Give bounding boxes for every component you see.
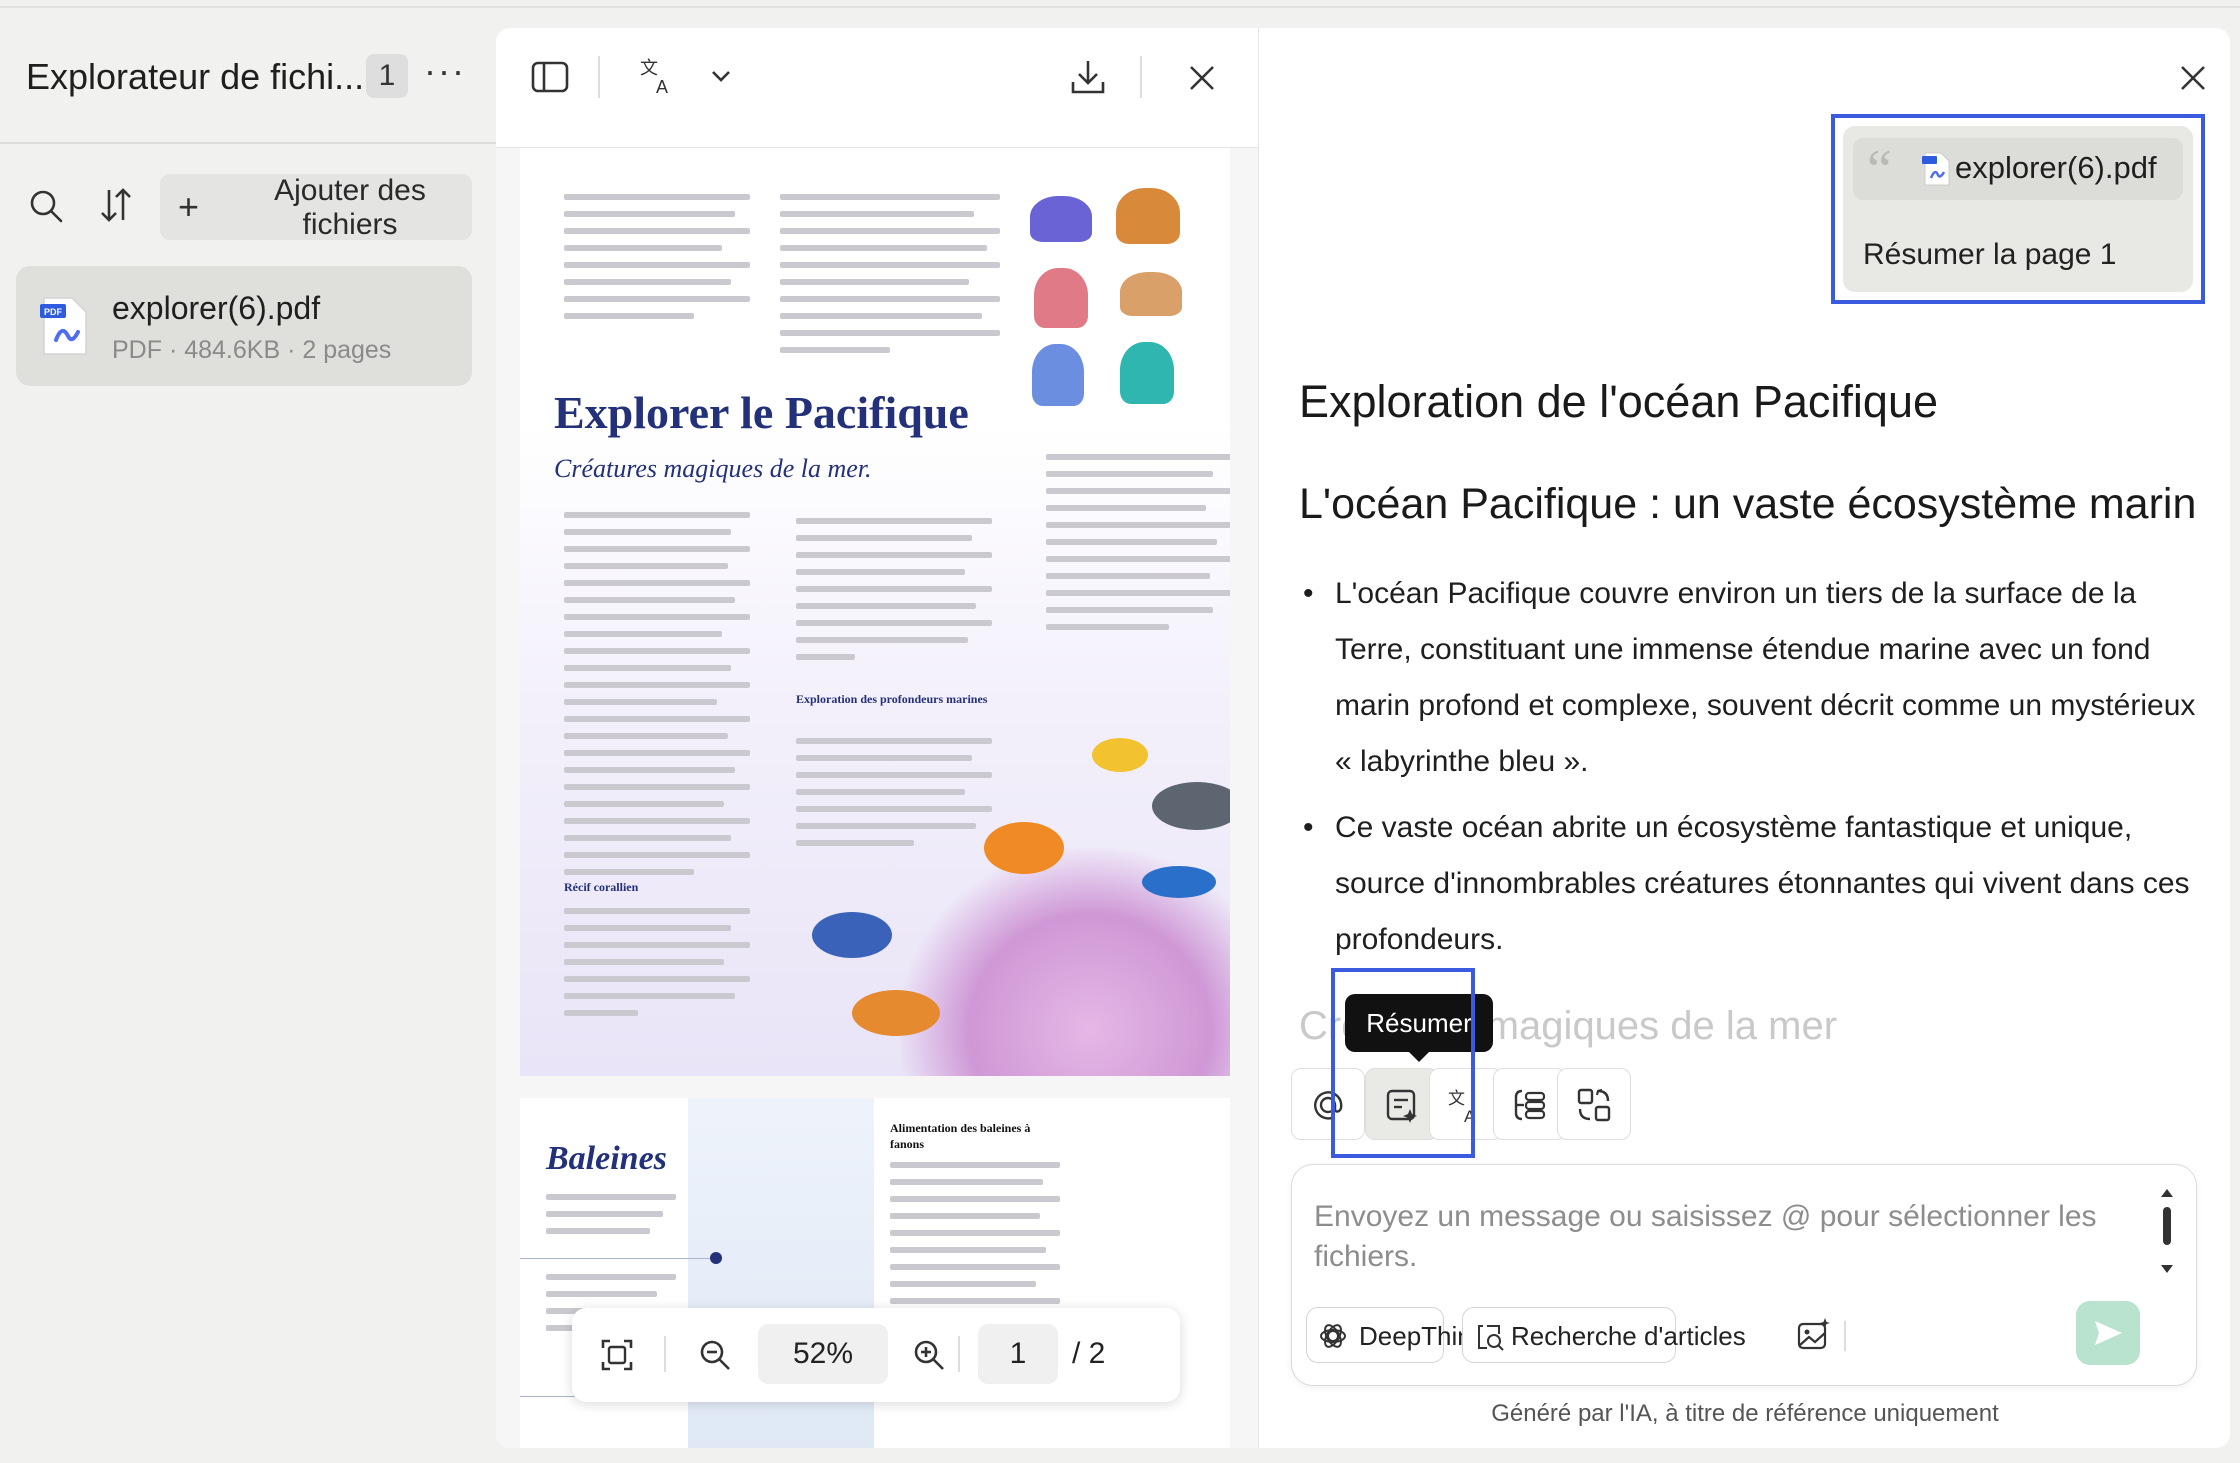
add-files-label: Ajouter des fichiers <box>274 174 426 241</box>
pdf-viewer: 文 A Explorer le Pacifique Créatures magi… <box>496 28 1258 1448</box>
download-icon[interactable] <box>1070 58 1106 96</box>
add-files-button[interactable]: + Ajouter des fichiers <box>160 174 472 241</box>
coral-image <box>1034 268 1088 328</box>
sort-icon[interactable] <box>98 186 134 224</box>
coral-image <box>1120 272 1182 316</box>
convert-button[interactable] <box>1557 1068 1631 1140</box>
timeline-line <box>520 1258 716 1259</box>
text-block <box>564 512 750 886</box>
answer-subheading: L'océan Pacifique : un vaste écosystème … <box>1299 480 2197 528</box>
text-block <box>546 1194 676 1245</box>
close-icon[interactable] <box>1188 64 1216 92</box>
highlight-frame <box>1331 968 1475 1158</box>
ai-chat-panel: “ explorer(6).pdf Résumer la page 1 Expl… <box>1258 28 2230 1448</box>
text-block <box>796 518 992 671</box>
page-total: / 2 <box>1072 1337 1106 1370</box>
fish-image <box>812 912 892 958</box>
quote-icon: “ <box>1867 139 1892 201</box>
chat-input-placeholder[interactable]: Envoyez un message ou saisissez @ pour s… <box>1314 1197 2144 1277</box>
answer-heading: Exploration de l'océan Pacifique <box>1299 376 1939 427</box>
pdf-page-1: Explorer le Pacifique Créatures magiques… <box>520 148 1230 1076</box>
zoom-level[interactable]: 52% <box>758 1324 888 1384</box>
text-block <box>1046 454 1230 641</box>
fish-image <box>1092 738 1148 772</box>
toolbar-divider <box>664 1336 666 1372</box>
app-window: Explorateur de fichi... 1 ··· + Ajouter … <box>0 0 2240 1463</box>
file-count-badge: 1 <box>366 54 408 98</box>
send-icon <box>2095 1321 2122 1345</box>
pdf-page-subtitle: Créatures magiques de la mer. <box>554 454 872 483</box>
answer-bullet: L'océan Pacifique couvre environ un tier… <box>1299 566 2199 790</box>
deepthink-toggle[interactable]: DeepThink <box>1306 1307 1485 1363</box>
pdf-section-heading: Alimentation des baleines à fanons <box>890 1121 1031 1151</box>
deepthink-icon <box>1320 1324 1346 1348</box>
timeline-dot <box>710 1252 722 1264</box>
toolbar-divider <box>1140 56 1142 98</box>
quoted-file-chip[interactable]: “ explorer(6).pdf <box>1853 138 2183 201</box>
pdf-section-heading: Exploration des profondeurs marines <box>796 692 988 706</box>
user-message-text: Résumer la page 1 <box>1863 238 2117 271</box>
coral-image <box>1032 344 1084 406</box>
file-explorer-title: Explorateur de fichi... <box>26 56 365 97</box>
page-number-input[interactable]: 1 <box>978 1324 1058 1384</box>
mind-map-button[interactable] <box>1493 1068 1567 1140</box>
chevron-down-icon[interactable] <box>710 68 732 84</box>
translate-icon[interactable]: 文 A <box>638 56 678 96</box>
search-icon[interactable] <box>28 188 64 224</box>
fish-image <box>1152 782 1230 830</box>
mind-map-icon <box>1514 1089 1546 1121</box>
zoom-in-icon[interactable] <box>912 1338 946 1372</box>
input-scrollbar[interactable] <box>2160 1189 2174 1275</box>
pdf-section-heading: Récif corallien <box>564 880 639 894</box>
more-options-button[interactable]: ··· <box>424 50 466 92</box>
fish-image <box>1142 866 1216 898</box>
zoom-out-icon[interactable] <box>698 1338 732 1372</box>
zoom-toolbar: 52% 1 / 2 <box>572 1308 1180 1402</box>
send-button[interactable] <box>2076 1301 2140 1365</box>
coral-image <box>1030 196 1092 242</box>
pdf-page-title: Baleines <box>546 1140 667 1177</box>
highlight-frame: “ explorer(6).pdf Résumer la page 1 <box>1831 114 2205 304</box>
answer-bullet-list: L'océan Pacifique couvre environ un tier… <box>1299 566 2199 978</box>
pdf-file-icon: PDF <box>40 297 87 355</box>
file-explorer-panel: Explorateur de fichi... 1 ··· + Ajouter … <box>0 20 496 1463</box>
toolbar-divider <box>1844 1321 1846 1351</box>
file-name: explorer(6).pdf <box>112 290 321 326</box>
convert-icon <box>1577 1088 1611 1122</box>
text-block <box>564 194 750 330</box>
coral-image <box>1116 188 1180 244</box>
svg-text:文: 文 <box>640 58 658 79</box>
close-icon[interactable] <box>2179 64 2207 92</box>
fish-image <box>852 990 940 1036</box>
coral-image <box>1120 342 1174 404</box>
svg-text:PDF: PDF <box>44 307 63 317</box>
article-search-icon <box>1478 1325 1504 1351</box>
article-search-toggle[interactable]: Recherche d'articles <box>1462 1307 1746 1363</box>
text-block <box>564 908 750 1027</box>
chat-input-box[interactable]: Envoyez un message ou saisissez @ pour s… <box>1291 1164 2197 1386</box>
svg-text:A: A <box>656 77 668 96</box>
pdf-page-title: Explorer le Pacifique <box>554 387 969 438</box>
file-explorer-header: Explorateur de fichi... 1 ··· <box>0 20 496 144</box>
toolbar-divider <box>598 56 600 98</box>
ai-disclaimer: Généré par l'IA, à titre de référence un… <box>1491 1400 1999 1427</box>
text-block <box>780 194 1000 364</box>
file-item[interactable]: PDF explorer(6).pdf PDF · 484.6KB · 2 pa… <box>16 266 472 386</box>
sidebar-toggle-icon[interactable] <box>530 60 570 94</box>
file-meta: PDF · 484.6KB · 2 pages <box>112 336 392 364</box>
image-upload-icon[interactable] <box>1796 1317 1832 1353</box>
article-search-label: Recherche d'articles <box>1511 1321 1746 1351</box>
fish-image <box>984 822 1064 874</box>
viewer-toolbar: 文 A <box>496 28 1258 148</box>
top-divider <box>0 6 2240 8</box>
answer-bullet: Ce vaste océan abrite un écosystème fant… <box>1299 800 2199 968</box>
text-block <box>796 738 992 857</box>
plus-icon: + <box>178 186 200 227</box>
quoted-file-name: explorer(6).pdf <box>1955 150 2157 185</box>
fit-page-icon[interactable] <box>600 1338 634 1372</box>
user-message: “ explorer(6).pdf Résumer la page 1 <box>1843 126 2193 292</box>
toolbar-divider <box>958 1336 960 1372</box>
pdf-file-icon <box>1922 152 1950 186</box>
